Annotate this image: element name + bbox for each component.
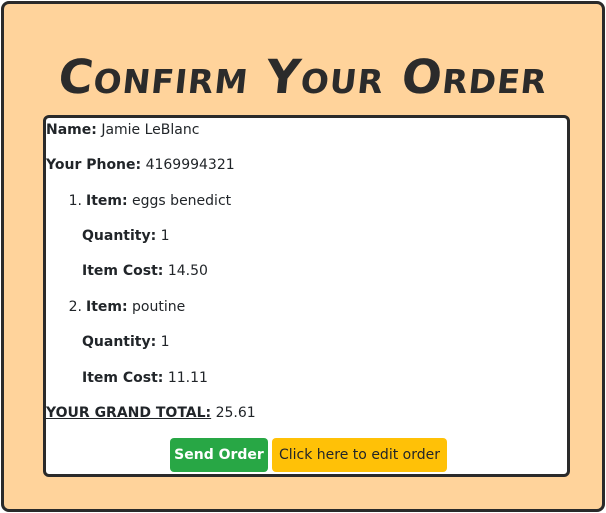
quantity-label: Quantity: <box>82 228 157 244</box>
item-label: Item: <box>86 299 128 315</box>
item-value: eggs benedict <box>132 193 232 209</box>
list-item-number: 1. <box>68 193 82 209</box>
list-item-number: 2. <box>68 299 82 315</box>
name-value: Jamie LeBlanc <box>101 122 200 138</box>
phone-value: 4169994321 <box>145 157 235 173</box>
quantity-value: 1 <box>160 334 170 350</box>
item-cost-label: Item Cost: <box>82 370 164 386</box>
quantity-value: 1 <box>160 228 170 244</box>
edit-order-button[interactable]: Click here to edit order <box>272 438 447 472</box>
quantity-label: Quantity: <box>82 334 157 350</box>
item-label: Item: <box>86 193 128 209</box>
order-confirmation-frame: Confirm Your Order Name: Jamie LeBlanc Y… <box>1 1 605 512</box>
item-cost-value: 14.50 <box>167 263 208 279</box>
item-cost-label: Item Cost: <box>82 263 164 279</box>
list-item-2-cost-row: Item Cost: 11.11 <box>82 369 208 387</box>
grand-total-value: 25.61 <box>215 405 256 421</box>
grand-total-row: YOUR GRAND TOTAL: 25.61 <box>46 404 256 422</box>
list-item-2-quantity-row: Quantity: 1 <box>82 333 170 351</box>
list-item-1-name-row: 1. Item: eggs benedict <box>62 192 232 210</box>
customer-phone-row: Your Phone: 4169994321 <box>46 156 235 174</box>
list-item-2-name-row: 2. Item: poutine <box>62 298 186 316</box>
page-title: Confirm Your Order <box>55 50 551 105</box>
phone-label: Your Phone: <box>46 157 142 173</box>
item-value: poutine <box>132 299 186 315</box>
customer-name-row: Name: Jamie LeBlanc <box>46 121 199 139</box>
list-item-1-quantity-row: Quantity: 1 <box>82 227 170 245</box>
grand-total-label: YOUR GRAND TOTAL: <box>46 405 212 421</box>
order-summary-panel: Name: Jamie LeBlanc Your Phone: 41699943… <box>43 115 570 477</box>
item-cost-value: 11.11 <box>167 370 208 386</box>
send-order-button[interactable]: Send Order <box>170 438 268 472</box>
list-item-1-cost-row: Item Cost: 14.50 <box>82 262 208 280</box>
name-label: Name: <box>46 122 97 138</box>
